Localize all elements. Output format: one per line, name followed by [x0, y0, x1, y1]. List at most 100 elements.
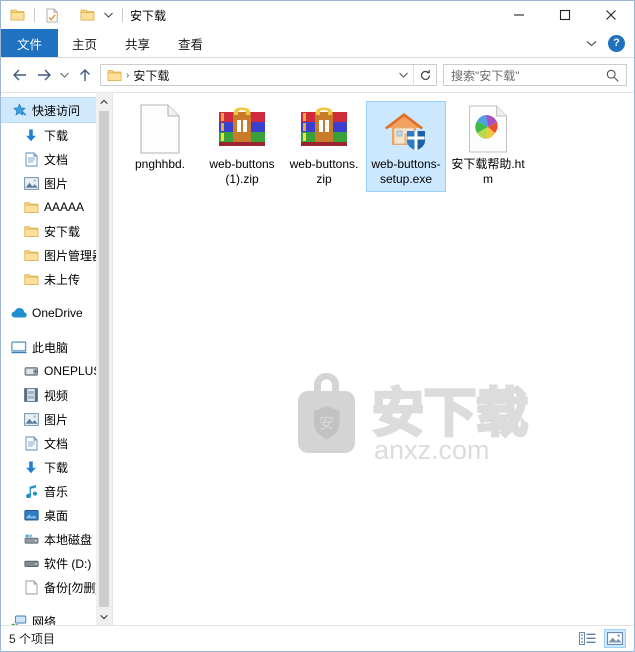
network-icon	[11, 613, 27, 625]
minimize-button[interactable]	[496, 1, 542, 29]
search-input[interactable]: 搜索"安下载"	[444, 67, 520, 84]
qat-divider-1	[34, 8, 35, 22]
close-button[interactable]	[588, 1, 634, 29]
folder-icon	[23, 223, 39, 239]
backup-drive-icon	[23, 579, 39, 595]
sidebar-item-label: 下载	[44, 128, 69, 143]
window-controls	[496, 1, 634, 29]
desktop-icon	[23, 507, 39, 523]
ribbon-tab-bar: 文件 主页 共享 查看 ?	[1, 29, 634, 58]
breadcrumb[interactable]: 安下载	[133, 67, 169, 84]
sidebar-item-label: 此电脑	[32, 340, 69, 355]
sidebar-item-label: 图片	[44, 176, 69, 191]
address-bar-row: › 安下载 搜索"安下载"	[1, 58, 634, 92]
download-arrow-icon	[23, 459, 39, 475]
maximize-button[interactable]	[542, 1, 588, 29]
sidebar-item-label: ONEPLUS	[44, 364, 102, 378]
up-button[interactable]	[73, 63, 97, 87]
sidebar-item-label: 快速访问	[32, 103, 81, 118]
forward-button[interactable]	[32, 63, 56, 87]
new-folder-icon[interactable]	[77, 5, 97, 25]
address-bar[interactable]: › 安下载	[100, 64, 437, 86]
large-icons-view-button[interactable]	[604, 629, 626, 648]
winrar-archive-icon	[300, 105, 348, 153]
tab-share[interactable]: 共享	[111, 29, 164, 57]
file-item[interactable]: web-buttons-setup.exe	[366, 101, 446, 192]
scroll-up-icon[interactable]	[96, 93, 112, 110]
scroll-down-icon[interactable]	[96, 608, 112, 625]
sidebar-item-label: 文档	[44, 152, 69, 167]
file-item[interactable]: web-buttons (1).zip	[202, 101, 282, 192]
sidebar-item-label: 图片	[44, 412, 69, 427]
file-name-label: pnghhbd.	[134, 157, 186, 171]
file-item[interactable]: pnghhbd.	[120, 101, 200, 192]
folder-icon	[23, 271, 39, 287]
folder-icon	[23, 199, 39, 215]
back-button[interactable]	[8, 63, 32, 87]
qat-dropdown-icon[interactable]	[101, 5, 115, 25]
pictures-icon	[23, 175, 39, 191]
properties-icon[interactable]	[42, 5, 62, 25]
sidebar-item-label: 软件 (D:)	[44, 556, 92, 571]
details-view-button[interactable]	[576, 629, 598, 648]
sidebar-item-label: 视频	[44, 388, 69, 403]
chevron-down-icon[interactable]	[582, 34, 600, 52]
winrar-archive-icon	[218, 105, 266, 153]
tab-file[interactable]: 文件	[1, 29, 59, 57]
quick-access-toolbar	[7, 5, 126, 25]
file-item[interactable]: 安下载帮助.htm	[448, 101, 528, 192]
folder-icon[interactable]	[7, 5, 27, 25]
title-bar: 安下载	[1, 1, 634, 29]
file-name-label: 安下载帮助.htm	[451, 157, 525, 186]
sidebar-item-label: 未上传	[44, 272, 81, 287]
tab-home[interactable]: 主页	[58, 29, 111, 57]
scrollbar-thumb[interactable]	[99, 111, 109, 607]
computer-icon	[11, 339, 27, 355]
star-pin-icon	[11, 102, 27, 118]
ribbon-right-controls: ?	[582, 29, 634, 57]
file-item[interactable]: web-buttons.zip	[284, 101, 364, 192]
file-name-label: web-buttons-setup.exe	[371, 157, 441, 186]
cloud-icon	[11, 305, 27, 321]
svg-text:安: 安	[319, 415, 334, 432]
sidebar-item-label: AAAAA	[44, 200, 85, 214]
view-buttons	[576, 629, 626, 648]
recent-locations-button[interactable]	[56, 63, 73, 87]
sidebar-item-label: 图片管理器	[44, 248, 105, 263]
html-pinwheel-icon	[464, 105, 512, 153]
sidebar-item-label: 网络	[32, 614, 57, 626]
local-disk-icon	[23, 531, 39, 547]
search-box[interactable]: 搜索"安下载"	[443, 64, 627, 86]
search-icon[interactable]	[606, 69, 626, 82]
address-dropdown-icon[interactable]	[393, 65, 413, 85]
navigation-pane[interactable]: 快速访问 下载 文档 图片 AAAAA 安下载 图片管理器 未上传 OneDrive 此电脑 ONE…	[1, 93, 112, 625]
phone-icon	[23, 363, 39, 379]
download-arrow-icon	[23, 127, 39, 143]
music-icon	[23, 483, 39, 499]
sidebar-item-label: OneDrive	[32, 306, 83, 320]
help-icon[interactable]: ?	[608, 34, 625, 52]
file-list-pane[interactable]: pnghhbd. web-buttons (1).zip web-buttons.z…	[112, 93, 634, 625]
pictures-icon	[23, 411, 39, 427]
sidebar-item-label: 桌面	[44, 508, 69, 523]
status-bar: 5 个项目	[1, 625, 634, 651]
drive-icon	[23, 555, 39, 571]
sidebar-item-label: 下载	[44, 460, 69, 475]
breadcrumb-separator: ›	[126, 69, 130, 81]
explorer-body: 快速访问 下载 文档 图片 AAAAA 安下载 图片管理器 未上传 OneDrive 此电脑 ONE…	[1, 92, 634, 625]
window-title: 安下载	[130, 8, 167, 23]
sidebar-item-label: 安下载	[44, 224, 81, 239]
file-name-label: web-buttons.zip	[289, 157, 359, 186]
qat-divider-3	[122, 8, 123, 22]
address-folder-icon	[101, 69, 124, 82]
file-grid: pnghhbd. web-buttons (1).zip web-buttons.z…	[113, 93, 634, 194]
document-icon	[23, 151, 39, 167]
item-count-label: 5 个项目	[9, 632, 56, 646]
tab-view[interactable]: 查看	[164, 29, 217, 57]
sidebar-item-label: 备份[勿删]	[44, 580, 99, 595]
site-watermark: 安 安下载 anxz.com	[276, 369, 546, 465]
svg-text:安下载: 安下载	[372, 385, 528, 443]
refresh-button[interactable]	[413, 65, 436, 85]
file-name-label: web-buttons (1).zip	[209, 157, 275, 186]
sidebar-scrollbar[interactable]	[96, 93, 112, 625]
